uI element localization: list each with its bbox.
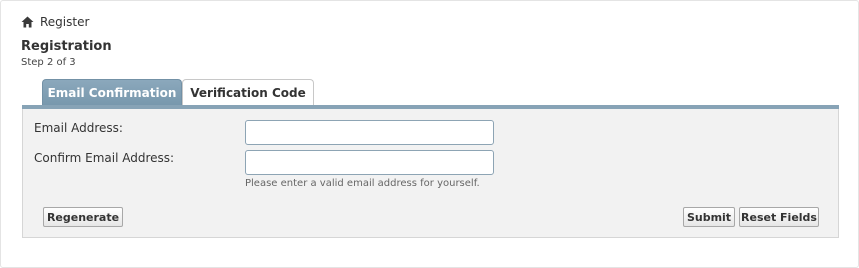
form-panel: Email Address: Confirm Email Address: Pl…	[22, 109, 839, 238]
tab-email-confirmation[interactable]: Email Confirmation	[42, 79, 182, 105]
breadcrumb: Register	[21, 14, 89, 30]
reset-fields-button[interactable]: Reset Fields	[739, 207, 819, 227]
breadcrumb-register-link[interactable]: Register	[40, 15, 89, 29]
email-address-label: Email Address:	[34, 121, 123, 135]
tab-verification-code[interactable]: Verification Code	[182, 79, 314, 105]
confirm-email-label: Confirm Email Address:	[34, 151, 175, 165]
home-icon[interactable]	[21, 16, 34, 28]
confirm-email-input[interactable]	[245, 150, 494, 175]
page-frame: Register Registration Step 2 of 3 Email …	[0, 0, 859, 268]
page-title: Registration	[21, 39, 112, 54]
email-hint-text: Please enter a valid email address for y…	[245, 178, 480, 189]
regenerate-button[interactable]: Regenerate	[43, 207, 123, 227]
email-address-input[interactable]	[245, 120, 494, 145]
submit-button[interactable]: Submit	[683, 207, 735, 227]
step-indicator: Step 2 of 3	[21, 57, 76, 68]
